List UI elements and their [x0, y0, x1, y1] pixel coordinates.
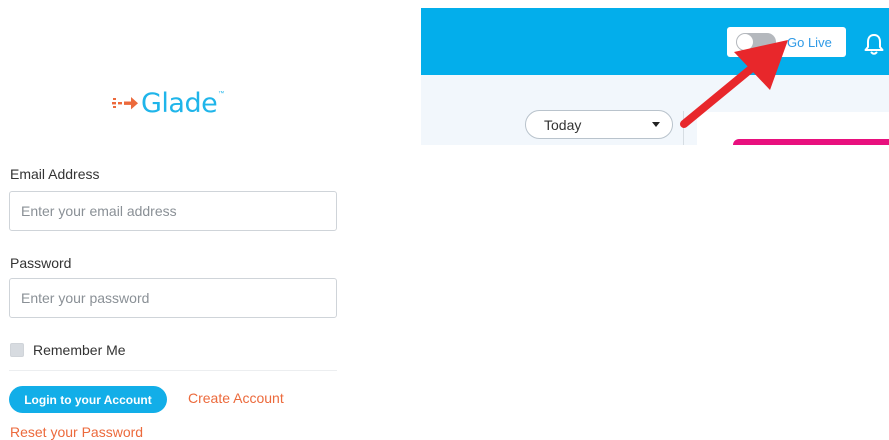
dashed-arrow-logo-icon — [112, 97, 138, 110]
remember-me[interactable]: Remember Me — [10, 342, 126, 358]
remember-me-label: Remember Me — [33, 342, 126, 358]
bell-icon[interactable] — [863, 32, 885, 56]
form-divider — [9, 370, 337, 371]
remember-me-checkbox[interactable] — [10, 343, 24, 357]
password-input[interactable] — [9, 278, 337, 318]
date-filter-value: Today — [544, 116, 582, 133]
password-label: Password — [10, 255, 72, 271]
email-label: Email Address — [10, 166, 100, 182]
top-bar: Go Live — [421, 8, 889, 75]
dashboard-preview: Go Live Today — [421, 8, 889, 145]
login-button[interactable]: Login to your Account — [9, 386, 167, 413]
date-filter-select[interactable]: Today — [525, 110, 673, 139]
card-accent-strip — [733, 139, 889, 145]
glade-logo: Glade ™ — [112, 83, 224, 123]
reset-password-link[interactable]: Reset your Password — [10, 424, 143, 440]
trademark-symbol: ™ — [218, 91, 225, 97]
caret-down-icon — [652, 122, 660, 127]
create-account-link[interactable]: Create Account — [188, 390, 284, 406]
red-arrow-annotation — [680, 40, 788, 128]
email-input[interactable] — [9, 191, 337, 231]
brand-name: Glade — [141, 87, 218, 119]
